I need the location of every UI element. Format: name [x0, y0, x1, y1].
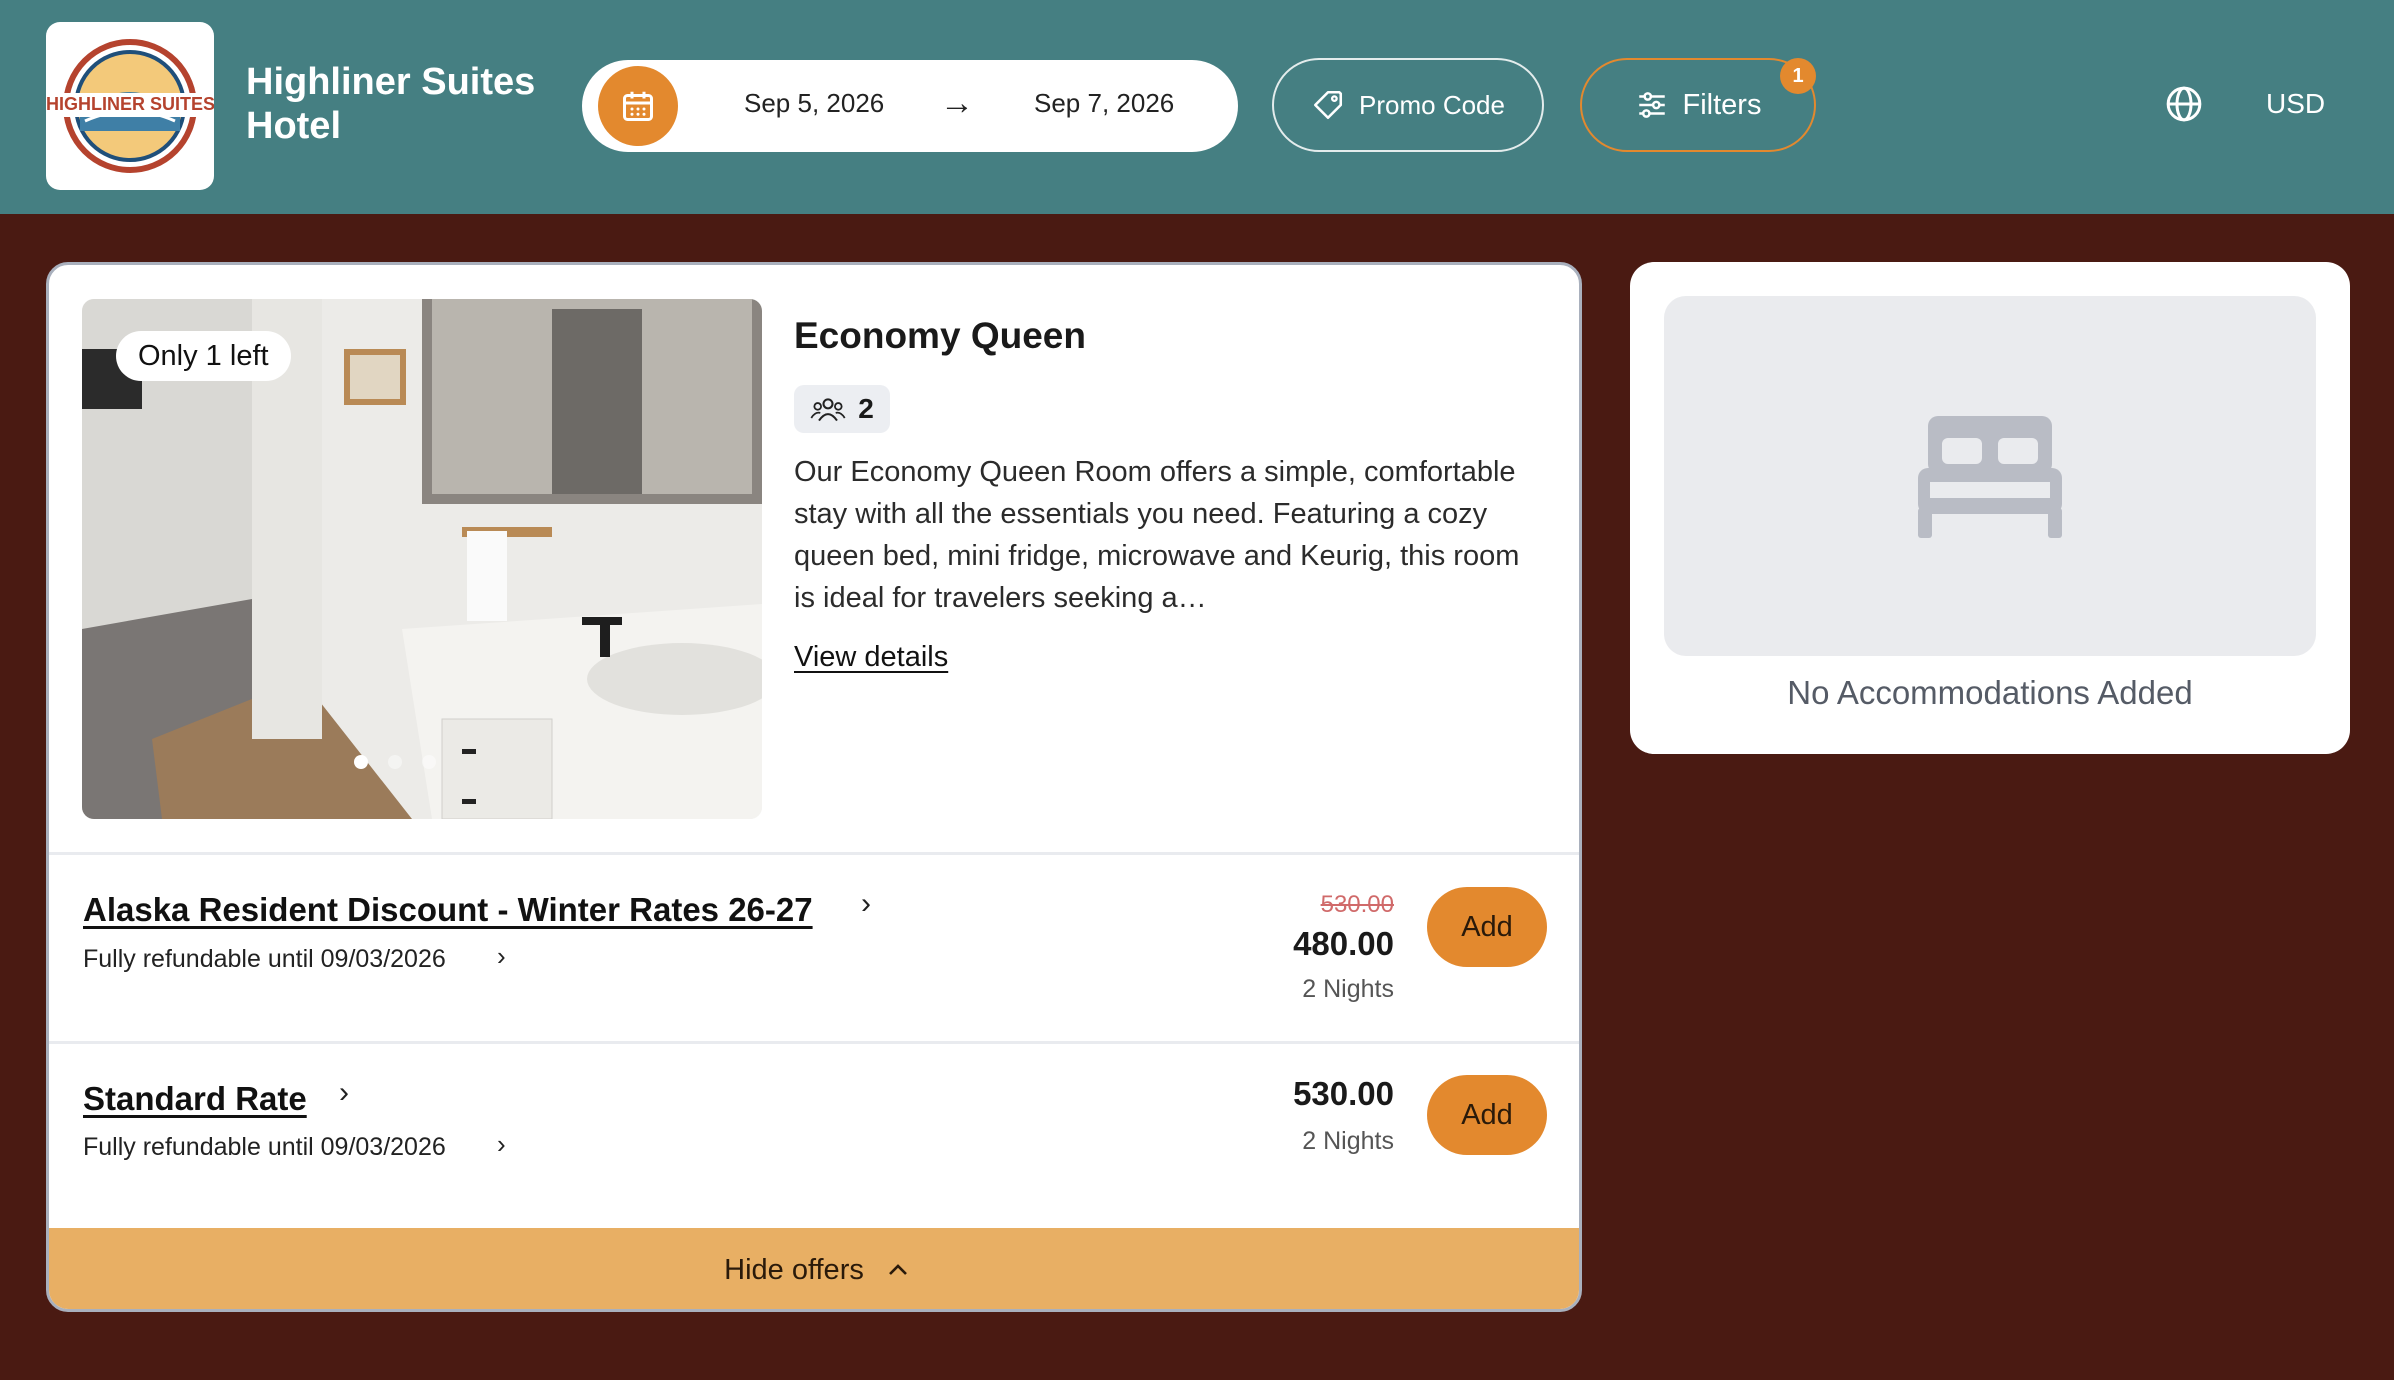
rate-name-link[interactable]: Alaska Resident Discount - Winter Rates … [83, 891, 813, 929]
divider [49, 1041, 1579, 1044]
logo-text: HIGHLINER SUITES HOTEL [46, 94, 214, 114]
empty-cart-message: No Accommodations Added [1787, 674, 2193, 711]
calendar-button[interactable] [598, 66, 678, 146]
room-photo-carousel[interactable]: Only 1 left [82, 299, 762, 819]
guest-capacity-badge: 2 [794, 385, 890, 433]
hide-offers-label: Hide offers [724, 1253, 864, 1286]
room-title: Economy Queen [794, 315, 1086, 356]
calendar-icon [623, 91, 653, 121]
chevron-right-icon[interactable]: › [497, 941, 506, 972]
stay-length: 2 Nights [1302, 1127, 1394, 1155]
check-in-date[interactable]: Sep 5, 2026 [744, 88, 884, 119]
filters-count-badge: 1 [1780, 58, 1816, 94]
chevron-right-icon[interactable]: › [861, 887, 871, 921]
hide-offers-button[interactable]: Hide offers [49, 1228, 1579, 1309]
add-offer-button[interactable]: Add [1427, 1075, 1547, 1155]
chevron-right-icon[interactable]: › [339, 1076, 349, 1110]
carousel-dots [354, 755, 436, 769]
chevron-up-icon [888, 1264, 907, 1275]
empty-cart-placeholder [1664, 296, 2316, 656]
room-card: Only 1 left Economy Queen 2 Our Economy … [46, 262, 1582, 1312]
divider [49, 852, 1579, 855]
check-out-date[interactable]: Sep 7, 2026 [1034, 88, 1174, 119]
original-price: 530.00 [1320, 891, 1394, 918]
refund-policy[interactable]: Fully refundable until 09/03/2026 [83, 945, 446, 974]
tag-icon [1313, 90, 1343, 120]
date-range-picker[interactable]: Sep 5, 2026 → Sep 7, 2026 [582, 60, 1238, 152]
header-bar: HIGHLINER SUITES HOTEL Highliner Suites … [0, 0, 2394, 214]
view-details-link[interactable]: View details [794, 641, 948, 674]
carousel-dot-2[interactable] [388, 755, 402, 769]
carousel-dot-1[interactable] [354, 755, 368, 769]
rate-name-link[interactable]: Standard Rate [83, 1080, 307, 1118]
offer-price: 480.00 [1293, 925, 1394, 962]
globe-icon [2166, 86, 2202, 122]
promo-code-button[interactable]: Promo Code [1272, 58, 1544, 152]
filters-label: Filters [1682, 88, 1762, 121]
language-button[interactable] [2164, 84, 2204, 129]
sliders-icon [1638, 92, 1665, 118]
chevron-right-icon[interactable]: › [497, 1129, 506, 1160]
arrow-right-icon: → [940, 84, 974, 122]
refund-policy[interactable]: Fully refundable until 09/03/2026 [83, 1133, 446, 1162]
guest-count: 2 [858, 393, 874, 424]
carousel-dot-3[interactable] [422, 755, 436, 769]
booking-summary-panel: No Accommodations Added [1630, 262, 2350, 754]
stay-length: 2 Nights [1302, 975, 1394, 1003]
add-offer-button[interactable]: Add [1427, 887, 1547, 967]
currency-selector[interactable]: USD [2266, 88, 2325, 120]
offer-price: 530.00 [1293, 1075, 1394, 1112]
room-description: Our Economy Queen Room offers a simple, … [794, 456, 1520, 614]
bed-icon [1918, 416, 2062, 538]
users-icon [810, 398, 846, 422]
hotel-name[interactable]: Highliner Suites Hotel [246, 60, 566, 148]
promo-code-label: Promo Code [1359, 89, 1505, 120]
hotel-logo[interactable]: HIGHLINER SUITES HOTEL [46, 22, 214, 190]
availability-badge: Only 1 left [116, 331, 291, 381]
